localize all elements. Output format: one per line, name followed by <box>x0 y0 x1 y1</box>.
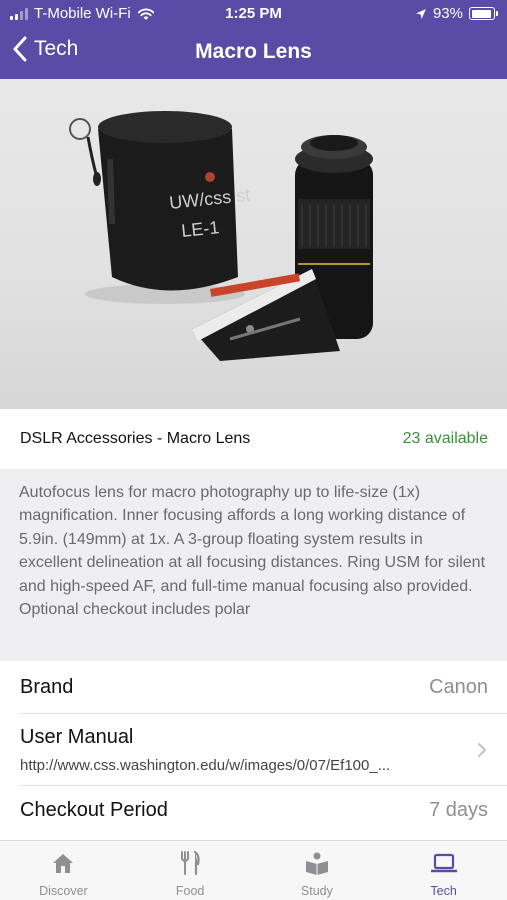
product-photo: UW/css st LE-1 <box>0 79 507 409</box>
brand-value: Canon <box>429 676 488 698</box>
brand-label: Brand <box>20 676 74 698</box>
item-description: Autofocus lens for macro photography up … <box>0 469 507 661</box>
checkout-period-label: Checkout Period <box>20 799 168 821</box>
tab-label: Tech <box>430 884 457 898</box>
chevron-right-icon <box>478 743 486 757</box>
tab-discover[interactable]: Discover <box>0 841 127 900</box>
availability-status: 23 available <box>402 430 488 447</box>
tab-label: Study <box>300 884 333 898</box>
item-header: DSLR Accessories - Macro Lens 23 availab… <box>0 409 507 469</box>
location-arrow-icon <box>415 8 426 19</box>
item-name: DSLR Accessories - Macro Lens <box>20 430 251 447</box>
battery-percent: 93% <box>432 5 463 22</box>
brand-row: Brand Canon <box>0 661 507 714</box>
checkout-period-row: Checkout Period 7 days <box>0 786 507 838</box>
tab-food[interactable]: Food <box>127 841 254 900</box>
navigation-bar: Tech Macro Lens <box>0 30 507 76</box>
fork-knife-icon <box>181 850 200 876</box>
top-bar: T-Mobile Wi-Fi 1:25 PM 93% Tech Macro Le… <box>0 0 507 79</box>
battery-icon <box>469 7 498 20</box>
book-icon <box>305 852 328 875</box>
page-title: Macro Lens <box>195 40 312 63</box>
user-manual-label: User Manual <box>20 726 134 748</box>
tab-study[interactable]: Study <box>254 841 381 900</box>
tab-bar: Discover Food Study Tech <box>0 840 507 900</box>
tab-tech[interactable]: Tech <box>380 841 507 900</box>
checkout-period-value: 7 days <box>429 799 488 821</box>
user-manual-link[interactable]: http://www.css.washington.edu/w/images/0… <box>20 757 460 774</box>
tab-label: Food <box>175 884 205 898</box>
status-right: 93% <box>415 5 498 22</box>
svg-text:LE-1: LE-1 <box>180 217 220 241</box>
laptop-icon <box>430 853 457 873</box>
lens-case-and-lens-illustration: UW/css st LE-1 <box>69 111 373 361</box>
home-icon <box>53 854 74 873</box>
user-manual-row[interactable]: User Manual http://www.css.washington.ed… <box>0 714 507 786</box>
tab-label: Discover <box>39 884 88 898</box>
status-bar: T-Mobile Wi-Fi 1:25 PM 93% <box>0 0 507 28</box>
